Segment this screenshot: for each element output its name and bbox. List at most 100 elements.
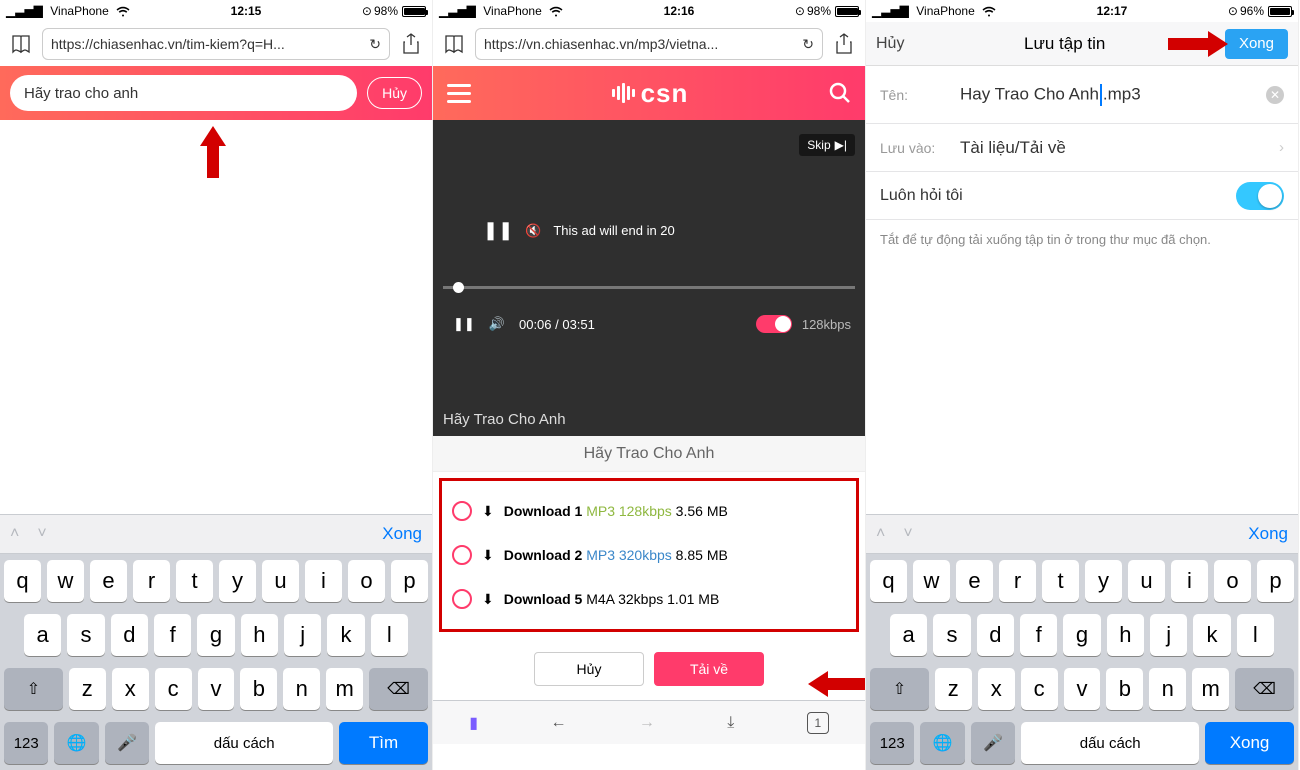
key-v[interactable]: v xyxy=(198,668,235,710)
chevron-up-icon[interactable]: ˄ xyxy=(10,525,19,543)
forward-icon[interactable]: → xyxy=(639,714,655,732)
filename-input[interactable]: Hay Trao Cho Anh.mp3 xyxy=(960,84,1266,106)
key-i[interactable]: i xyxy=(1171,560,1208,602)
save-location-row[interactable]: Lưu vào: Tài liệu/Tải về › xyxy=(866,124,1298,172)
files-icon[interactable]: ▮ xyxy=(469,713,478,733)
search-submit-key[interactable]: Tìm xyxy=(339,722,428,764)
always-ask-toggle[interactable] xyxy=(1236,182,1284,210)
key-s[interactable]: s xyxy=(67,614,104,656)
key-m[interactable]: m xyxy=(326,668,363,710)
cancel-button[interactable]: Hủy xyxy=(534,652,644,686)
key-z[interactable]: z xyxy=(935,668,972,710)
key-p[interactable]: p xyxy=(1257,560,1294,602)
back-icon[interactable]: ← xyxy=(550,714,566,732)
key-x[interactable]: x xyxy=(112,668,149,710)
key-g[interactable]: g xyxy=(197,614,234,656)
mic-key[interactable]: 🎤 xyxy=(971,722,1015,764)
key-e[interactable]: e xyxy=(90,560,127,602)
key-b[interactable]: b xyxy=(240,668,277,710)
share-icon[interactable] xyxy=(833,33,855,55)
key-a[interactable]: a xyxy=(890,614,927,656)
key-o[interactable]: o xyxy=(348,560,385,602)
download-option[interactable]: ⬇Download 1 MP3 128kbps 3.56 MB xyxy=(442,489,856,533)
key-l[interactable]: l xyxy=(371,614,408,656)
radio-icon[interactable] xyxy=(452,545,472,565)
key-r[interactable]: r xyxy=(133,560,170,602)
space-key[interactable]: dấu cách xyxy=(1021,722,1199,764)
key-s[interactable]: s xyxy=(933,614,970,656)
radio-icon[interactable] xyxy=(452,501,472,521)
done-button[interactable]: Xong xyxy=(1225,29,1288,59)
key-v[interactable]: v xyxy=(1064,668,1101,710)
chevron-down-icon[interactable]: ˅ xyxy=(37,525,46,543)
key-p[interactable]: p xyxy=(391,560,428,602)
download-option[interactable]: ⬇Download 5 M4A 32kbps 1.01 MB xyxy=(442,577,856,621)
key-j[interactable]: j xyxy=(284,614,321,656)
key-y[interactable]: y xyxy=(1085,560,1122,602)
backspace-key[interactable]: ⌫ xyxy=(1235,668,1294,710)
key-z[interactable]: z xyxy=(69,668,106,710)
key-l[interactable]: l xyxy=(1237,614,1274,656)
key-u[interactable]: u xyxy=(1128,560,1165,602)
key-g[interactable]: g xyxy=(1063,614,1100,656)
numbers-key[interactable]: 123 xyxy=(4,722,48,764)
share-icon[interactable] xyxy=(400,33,422,55)
key-h[interactable]: h xyxy=(241,614,278,656)
key-q[interactable]: q xyxy=(870,560,907,602)
key-d[interactable]: d xyxy=(977,614,1014,656)
done-submit-key[interactable]: Xong xyxy=(1205,722,1294,764)
key-n[interactable]: n xyxy=(1149,668,1186,710)
cancel-button[interactable]: Hủy xyxy=(876,35,904,53)
mic-key[interactable]: 🎤 xyxy=(105,722,149,764)
search-icon[interactable] xyxy=(829,82,851,104)
globe-key[interactable]: 🌐 xyxy=(54,722,98,764)
key-m[interactable]: m xyxy=(1192,668,1229,710)
key-n[interactable]: n xyxy=(283,668,320,710)
key-u[interactable]: u xyxy=(262,560,299,602)
key-f[interactable]: f xyxy=(154,614,191,656)
key-y[interactable]: y xyxy=(219,560,256,602)
keyboard-done-button[interactable]: Xong xyxy=(382,524,422,544)
key-t[interactable]: t xyxy=(176,560,213,602)
download-option[interactable]: ⬇Download 2 MP3 320kbps 8.85 MB xyxy=(442,533,856,577)
key-r[interactable]: r xyxy=(999,560,1036,602)
clear-icon[interactable]: ✕ xyxy=(1266,86,1284,104)
key-i[interactable]: i xyxy=(305,560,342,602)
key-e[interactable]: e xyxy=(956,560,993,602)
video-player[interactable]: Skip▶| ❚❚ 🔇 This ad will end in 20 ❚❚ 🔊 … xyxy=(433,120,865,436)
keyboard-done-button[interactable]: Xong xyxy=(1248,524,1288,544)
mute-icon[interactable]: 🔇 xyxy=(525,223,541,239)
url-bar[interactable]: https://vn.chiasenhac.vn/mp3/vietna... ↻ xyxy=(475,28,823,60)
key-c[interactable]: c xyxy=(155,668,192,710)
key-f[interactable]: f xyxy=(1020,614,1057,656)
downloads-icon[interactable]: ⤓ xyxy=(727,714,734,732)
key-k[interactable]: k xyxy=(1193,614,1230,656)
key-h[interactable]: h xyxy=(1107,614,1144,656)
key-d[interactable]: d xyxy=(111,614,148,656)
pause-icon[interactable]: ❚❚ xyxy=(453,316,475,332)
url-bar[interactable]: https://chiasenhac.vn/tim-kiem?q=H... ↻ xyxy=(42,28,390,60)
search-cancel-button[interactable]: Hủy xyxy=(367,77,422,109)
chevron-down-icon[interactable]: ˅ xyxy=(903,525,912,543)
globe-key[interactable]: 🌐 xyxy=(920,722,964,764)
numbers-key[interactable]: 123 xyxy=(870,722,914,764)
reload-icon[interactable]: ↻ xyxy=(802,36,814,53)
reload-icon[interactable]: ↻ xyxy=(369,36,381,53)
chevron-up-icon[interactable]: ˄ xyxy=(876,525,885,543)
key-t[interactable]: t xyxy=(1042,560,1079,602)
key-x[interactable]: x xyxy=(978,668,1015,710)
key-o[interactable]: o xyxy=(1214,560,1251,602)
key-c[interactable]: c xyxy=(1021,668,1058,710)
download-button[interactable]: Tải về xyxy=(654,652,764,686)
bookmarks-icon[interactable] xyxy=(443,33,465,55)
skip-ad-button[interactable]: Skip▶| xyxy=(799,134,855,156)
hamburger-icon[interactable] xyxy=(447,84,471,103)
bookmarks-icon[interactable] xyxy=(10,33,32,55)
radio-icon[interactable] xyxy=(452,589,472,609)
shift-key[interactable]: ⇧ xyxy=(4,668,63,710)
progress-bar[interactable] xyxy=(443,286,855,289)
key-j[interactable]: j xyxy=(1150,614,1187,656)
backspace-key[interactable]: ⌫ xyxy=(369,668,428,710)
key-b[interactable]: b xyxy=(1106,668,1143,710)
search-input[interactable]: Hãy trao cho anh xyxy=(10,75,357,111)
